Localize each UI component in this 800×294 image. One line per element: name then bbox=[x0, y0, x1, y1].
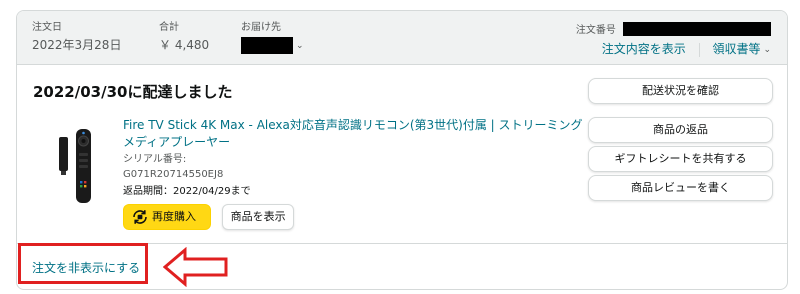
view-item-button[interactable]: 商品を表示 bbox=[222, 204, 295, 230]
hide-order-link[interactable]: 注文を非表示にする bbox=[32, 259, 140, 276]
invoice-label: 領収書等 bbox=[712, 42, 761, 56]
chevron-down-icon: ⌄ bbox=[296, 40, 304, 51]
order-number-col: 注文番号 注文内容を表示 領収書等 ⌄ bbox=[576, 21, 771, 59]
product-image[interactable] bbox=[55, 127, 111, 205]
order-date-value: 2022年3月28日 bbox=[32, 38, 122, 52]
order-details-link[interactable]: 注文内容を表示 bbox=[602, 42, 686, 56]
order-number-label: 注文番号 bbox=[575, 25, 616, 36]
product-info: Fire TV Stick 4K Max - Alexa対応音声認識リモコン(第… bbox=[123, 117, 583, 199]
invoice-dropdown-link[interactable]: 領収書等 ⌄ bbox=[712, 42, 771, 56]
return-items-button[interactable]: 商品の返品 bbox=[588, 117, 773, 143]
redacted-order-number bbox=[623, 21, 771, 36]
track-package-button[interactable]: 配送状況を確認 bbox=[588, 78, 773, 104]
product-title-link[interactable]: Fire TV Stick 4K Max - Alexa対応音声認識リモコン(第… bbox=[123, 117, 583, 151]
ship-to-col: お届け先 ⌄ bbox=[241, 21, 304, 55]
order-total-col: 合計 ￥ 4,480 bbox=[159, 21, 209, 54]
serial-label: シリアル番号: bbox=[123, 154, 187, 165]
link-separator bbox=[698, 42, 700, 57]
ship-to-dropdown[interactable]: ⌄ bbox=[241, 36, 304, 55]
write-review-button[interactable]: 商品レビューを書く bbox=[588, 175, 773, 201]
share-gift-receipt-button[interactable]: ギフトレシートを共有する bbox=[588, 146, 773, 172]
buy-again-label: 再度購入 bbox=[152, 210, 196, 223]
return-period: 返品期間：2022/04/29まで bbox=[123, 186, 251, 197]
order-date-col: 注文日 2022年3月28日 bbox=[32, 21, 121, 54]
serial-value: G071R20714550EJ8 bbox=[123, 169, 224, 180]
ship-to-label: お届け先 bbox=[241, 22, 281, 33]
delivery-status: 2022/03/30に配達しました bbox=[33, 83, 233, 101]
arrow-left-icon bbox=[163, 247, 228, 287]
order-total-label: 合計 bbox=[159, 22, 179, 33]
order-header: 注文日 2022年3月28日 合計 ￥ 4,480 お届け先 ⌄ 注文番号 注文… bbox=[17, 11, 787, 65]
chevron-down-icon: ⌄ bbox=[763, 44, 771, 55]
order-date-label: 注文日 bbox=[32, 22, 62, 33]
redacted-recipient bbox=[241, 37, 293, 54]
buy-again-button[interactable]: 再度購入 bbox=[123, 204, 211, 230]
reorder-icon bbox=[133, 210, 147, 224]
order-total-value: ￥ 4,480 bbox=[159, 38, 210, 52]
item-actions: 再度購入 商品を表示 bbox=[123, 204, 295, 230]
annotation-highlight-box: 注文を非表示にする bbox=[18, 243, 148, 284]
